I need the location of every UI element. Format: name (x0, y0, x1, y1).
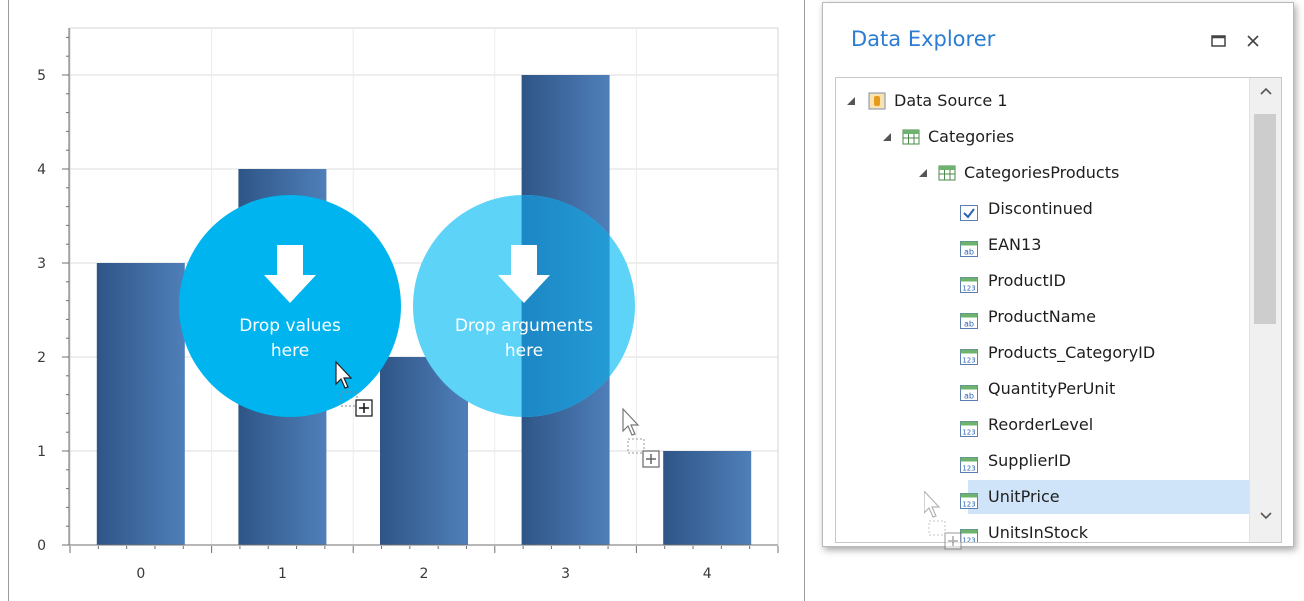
field-unitsinstock[interactable]: 123 UnitsInStock (960, 516, 1249, 542)
right-separator (804, 0, 805, 601)
expanded-triangle-icon[interactable] (846, 96, 856, 106)
number-field-icon: 123 (960, 416, 978, 437)
bar-0 (96, 263, 185, 545)
drop-values-zone[interactable] (179, 195, 401, 417)
drop-values-line1: Drop values (239, 316, 341, 336)
tree-node-label: CategoriesProducts (964, 163, 1120, 182)
number-field-icon: 123 (960, 344, 978, 365)
maximize-icon[interactable] (1209, 31, 1229, 51)
field-supplierid[interactable]: 123 SupplierID (960, 444, 1249, 478)
drop-arguments-line2: here (505, 341, 543, 361)
field-quantityperunit[interactable]: ab QuantityPerUnit (960, 372, 1249, 406)
field-label: ProductID (988, 271, 1066, 290)
y-tick-label: 1 (37, 444, 46, 460)
tree-node-categories[interactable]: Categories (836, 120, 1246, 154)
field-label: ProductName (988, 307, 1096, 326)
tree-node-label: Categories (928, 127, 1015, 146)
y-tick-label: 5 (37, 68, 46, 84)
field-unitprice[interactable]: 123 UnitPrice (960, 480, 1249, 514)
scroll-thumb[interactable] (1254, 114, 1276, 324)
database-icon (868, 92, 886, 110)
checkbox-field-icon (960, 200, 978, 221)
data-explorer-panel: Data Explorer Data Source 1 Categories C… (822, 2, 1294, 547)
number-field-icon: 123 (960, 452, 978, 473)
data-source-tree[interactable]: Data Source 1 Categories CategoriesProdu… (835, 77, 1282, 543)
y-tick-label: 0 (37, 538, 46, 554)
bar-4 (663, 451, 752, 545)
table-icon (902, 129, 920, 145)
x-tick-label: 1 (278, 566, 287, 582)
field-products_categoryid[interactable]: 123 Products_CategoryID (960, 336, 1249, 370)
panel-header: Data Explorer (823, 3, 1293, 73)
svg-text:123: 123 (962, 465, 975, 473)
y-tick-label: 4 (37, 162, 46, 178)
x-tick-label: 0 (136, 566, 145, 582)
field-label: QuantityPerUnit (988, 379, 1116, 398)
svg-text:ab: ab (964, 392, 974, 401)
drop-values-line2: here (271, 341, 309, 361)
svg-text:123: 123 (962, 285, 975, 293)
field-label: EAN13 (988, 235, 1042, 254)
tree-node-categoriesproducts[interactable]: CategoriesProducts (836, 156, 1246, 190)
svg-text:ab: ab (964, 320, 974, 329)
field-label: Discontinued (988, 199, 1093, 218)
bar-chart: 0 1 2 3 4 5 0 1 2 3 4 Drop values here Drop argume… (37, 27, 779, 582)
x-tick-label: 3 (561, 566, 570, 582)
x-tick-label: 4 (703, 566, 712, 582)
field-reorderlevel[interactable]: 123 ReorderLevel (960, 408, 1249, 442)
close-icon[interactable] (1243, 31, 1263, 51)
expanded-triangle-icon[interactable] (882, 132, 892, 142)
y-tick-label: 2 (37, 350, 46, 366)
drop-arguments-line1: Drop arguments (455, 316, 593, 336)
text-field-icon: ab (960, 380, 978, 401)
text-field-icon: ab (960, 308, 978, 329)
svg-text:123: 123 (962, 429, 975, 437)
field-ean13[interactable]: ab EAN13 (960, 228, 1249, 262)
field-label: Products_CategoryID (988, 343, 1156, 362)
tree-node-label: Data Source 1 (894, 91, 1008, 110)
text-field-icon: ab (960, 236, 978, 257)
x-tick-label: 2 (420, 566, 429, 582)
field-productname[interactable]: ab ProductName (960, 300, 1249, 334)
scroll-up-icon[interactable] (1259, 86, 1273, 96)
drag-cursor-icon (622, 407, 660, 468)
svg-text:123: 123 (962, 357, 975, 365)
vertical-scrollbar[interactable] (1249, 78, 1281, 542)
tree-node-data-source[interactable]: Data Source 1 (836, 84, 1246, 118)
table-icon (938, 165, 956, 181)
field-label: ReorderLevel (988, 415, 1094, 434)
field-productid[interactable]: 123 ProductID (960, 264, 1249, 298)
drag-cursor-icon (924, 491, 962, 550)
scroll-down-icon[interactable] (1259, 511, 1273, 521)
field-label: UnitPrice (988, 487, 1060, 506)
y-tick-label: 3 (37, 256, 46, 272)
panel-title: Data Explorer (851, 27, 996, 51)
number-field-icon: 123 (960, 272, 978, 293)
field-label: UnitsInStock (988, 523, 1089, 542)
field-label: SupplierID (988, 451, 1071, 470)
expanded-triangle-icon[interactable] (918, 168, 928, 178)
svg-text:ab: ab (964, 248, 974, 257)
field-discontinued[interactable]: Discontinued (960, 192, 1249, 226)
